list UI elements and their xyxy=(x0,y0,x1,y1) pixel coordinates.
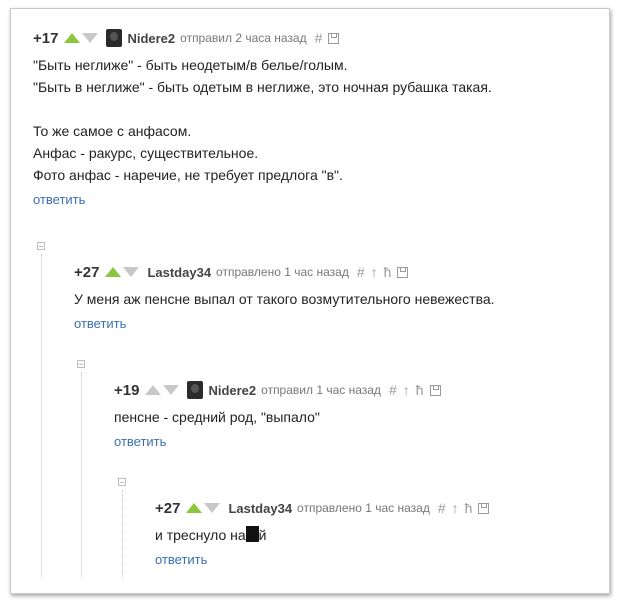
comment-line: Анфас - ракурс, существительное. xyxy=(33,145,259,161)
thread-line xyxy=(122,490,123,578)
comment-line xyxy=(33,98,603,120)
hash-icon[interactable]: # xyxy=(357,264,365,280)
collapse-toggle[interactable] xyxy=(118,478,126,486)
parent-comment-icon[interactable]: ↑ xyxy=(452,500,459,516)
hash-icon[interactable]: # xyxy=(438,500,446,516)
comment-rating: +19 xyxy=(114,381,140,399)
comment-header: +27 Lastday34 отправлено 1 час назад # ↑… xyxy=(155,498,605,518)
reply-link[interactable]: ответить xyxy=(155,552,605,567)
comment: +17 Nidere2 отправил 2 часа назад # "Быт… xyxy=(33,28,603,207)
branch-icon[interactable]: ħ xyxy=(384,264,392,280)
parent-comment-icon[interactable]: ↑ xyxy=(371,264,378,280)
comment-author[interactable]: Nidere2 xyxy=(127,31,175,46)
comment-author[interactable]: Lastday34 xyxy=(147,265,211,280)
comment-time: отправлено 1 час назад xyxy=(216,265,349,279)
thread-line xyxy=(81,372,82,578)
censor-block xyxy=(245,526,259,542)
comment-rating: +27 xyxy=(155,499,181,517)
comment-time: отправил 2 часа назад xyxy=(180,31,307,45)
hash-icon[interactable]: # xyxy=(389,382,397,398)
save-icon[interactable] xyxy=(328,32,340,44)
collapse-toggle[interactable] xyxy=(37,242,45,250)
save-icon[interactable] xyxy=(397,266,409,278)
avatar[interactable] xyxy=(187,381,204,399)
comment-line: У меня аж пенсне выпал от такого возмути… xyxy=(74,291,495,307)
comment-text-start: и треснуло на xyxy=(155,527,246,543)
comment-header: +19 Nidere2 отправил 1 час назад # ↑ ħ xyxy=(114,380,604,400)
avatar[interactable] xyxy=(106,29,123,47)
comment: +27 Lastday34 отправлено 1 час назад # ↑… xyxy=(155,498,605,567)
comment: +19 Nidere2 отправил 1 час назад # ↑ ħ п… xyxy=(114,380,604,449)
upvote-icon[interactable] xyxy=(186,503,203,513)
comment-line: То же самое с анфасом. xyxy=(33,123,192,139)
parent-comment-icon[interactable]: ↑ xyxy=(403,382,410,398)
comment-header: +27 Lastday34 отправлено 1 час назад # ↑… xyxy=(74,262,604,282)
save-icon[interactable] xyxy=(478,502,490,514)
comment-text-end: й xyxy=(258,527,267,543)
comment-header: +17 Nidere2 отправил 2 часа назад # xyxy=(33,28,603,48)
upvote-icon[interactable] xyxy=(64,33,81,43)
comment-line: "Быть в неглиже" - быть одетым в неглиже… xyxy=(33,79,492,95)
comment: +27 Lastday34 отправлено 1 час назад # ↑… xyxy=(74,262,604,332)
hash-icon[interactable]: # xyxy=(315,30,323,46)
comment-line: пенсне - средний род, "выпало" xyxy=(114,409,320,425)
comment-line: "Быть неглиже" - быть неодетым/в белье/г… xyxy=(33,57,348,73)
comment-text: У меня аж пенсне выпал от такого возмути… xyxy=(74,288,604,310)
comment-rating: +27 xyxy=(74,263,100,281)
downvote-icon[interactable] xyxy=(163,385,180,395)
comment-text: и треснуло на й xyxy=(155,524,605,546)
downvote-icon[interactable] xyxy=(82,33,99,43)
save-icon[interactable] xyxy=(429,384,441,396)
comment-line: Фото анфас - наречие, не требует предлог… xyxy=(33,167,343,183)
branch-icon[interactable]: ħ xyxy=(465,500,473,516)
comment-rating: +17 xyxy=(33,29,59,47)
comment-author[interactable]: Nidere2 xyxy=(208,383,256,398)
comment-text: пенсне - средний род, "выпало" xyxy=(114,406,604,428)
thread-line xyxy=(41,254,42,578)
reply-link[interactable]: ответить xyxy=(114,434,604,449)
downvote-icon[interactable] xyxy=(204,503,221,513)
downvote-icon[interactable] xyxy=(123,267,140,277)
comment-time: отправлено 1 час назад xyxy=(297,501,430,515)
upvote-icon[interactable] xyxy=(145,385,162,395)
branch-icon[interactable]: ħ xyxy=(416,382,424,398)
comment-time: отправил 1 час назад xyxy=(261,383,381,397)
reply-link[interactable]: ответить xyxy=(33,192,603,207)
reply-link[interactable]: ответить xyxy=(74,316,604,331)
comment-text: "Быть неглиже" - быть неодетым/в белье/г… xyxy=(33,54,603,186)
collapse-toggle[interactable] xyxy=(77,360,85,368)
comment-author[interactable]: Lastday34 xyxy=(228,501,292,516)
upvote-icon[interactable] xyxy=(105,267,122,277)
